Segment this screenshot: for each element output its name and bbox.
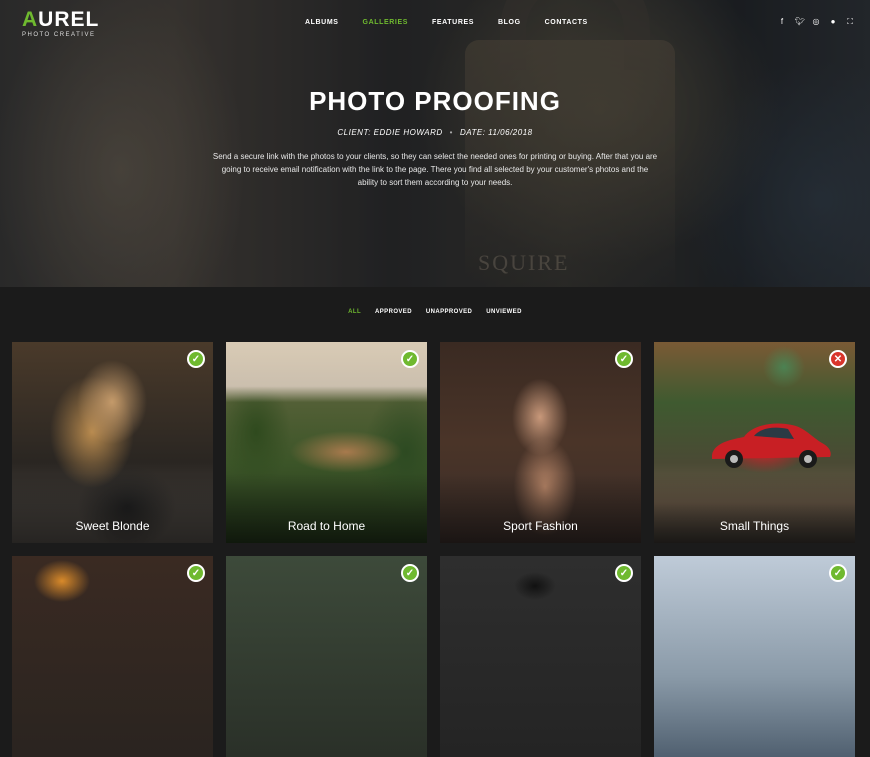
filter-approved[interactable]: APPROVED xyxy=(375,309,412,315)
hero-banner: SQUIRE AUREL PHOTO CREATIVE ALBUMS GALLE… xyxy=(0,0,870,287)
approved-check-icon[interactable]: ✓ xyxy=(615,564,633,582)
client-name: CLIENT: EDDIE HOWARD xyxy=(337,128,443,137)
gallery-item[interactable]: ✓ xyxy=(440,556,641,757)
nav-blog[interactable]: BLOG xyxy=(498,19,521,26)
gallery-item[interactable]: ✓ Road to Home xyxy=(226,342,427,543)
logo-tagline: PHOTO CREATIVE xyxy=(22,32,96,38)
approved-check-icon[interactable]: ✓ xyxy=(615,350,633,368)
approved-check-icon[interactable]: ✓ xyxy=(401,564,419,582)
proofing-date: DATE: 11/06/2018 xyxy=(459,128,533,137)
nav-features[interactable]: FEATURES xyxy=(432,19,474,26)
red-car-image xyxy=(712,423,831,468)
gallery-item[interactable]: ✓ xyxy=(226,556,427,757)
fullscreen-icon[interactable]: ⛶ xyxy=(846,17,854,27)
gallery-item-title: Sport Fashion xyxy=(503,519,578,533)
nav-galleries[interactable]: GALLERIES xyxy=(363,19,408,26)
filter-unapproved[interactable]: UNAPPROVED xyxy=(426,309,472,315)
filter-all[interactable]: ALL xyxy=(348,309,361,315)
gallery-item[interactable]: ✓ xyxy=(654,556,855,757)
instagram-icon[interactable]: ◎ xyxy=(812,17,820,27)
social-links: f 🐦︎ ◎ ● ⛶ xyxy=(778,17,854,27)
page-description: Send a secure link with the photos to yo… xyxy=(212,152,658,187)
gallery-item[interactable]: ✓ Sweet Blonde xyxy=(12,342,213,543)
gallery-item-title: Road to Home xyxy=(287,519,366,533)
twitter-icon[interactable]: 🐦︎ xyxy=(795,17,805,27)
gallery-item[interactable]: ✕ Small Things xyxy=(654,342,855,543)
dribbble-icon[interactable]: ● xyxy=(829,17,837,27)
proofing-meta: CLIENT: EDDIE HOWARD • DATE: 11/06/2018 xyxy=(337,128,533,137)
gallery-item-title: Sweet Blonde xyxy=(75,519,150,533)
gallery-item[interactable]: ✓ xyxy=(12,556,213,757)
approved-check-icon[interactable]: ✓ xyxy=(187,350,205,368)
nav-albums[interactable]: ALBUMS xyxy=(305,19,339,26)
nav-contacts[interactable]: CONTACTS xyxy=(545,19,588,26)
main-nav: ALBUMS GALLERIES FEATURES BLOG CONTACTS xyxy=(305,19,612,26)
gallery-item[interactable]: ✓ Sport Fashion xyxy=(440,342,641,543)
approved-check-icon[interactable]: ✓ xyxy=(829,564,847,582)
page-title: PHOTO PROOFING xyxy=(309,86,561,116)
gallery-item-title: Small Things xyxy=(719,519,790,533)
approved-check-icon[interactable]: ✓ xyxy=(401,350,419,368)
logo-accent-letter: A xyxy=(22,8,39,31)
gallery-filter: ALL APPROVED UNAPPROVED UNVIEWED xyxy=(0,309,870,315)
facebook-icon[interactable]: f xyxy=(778,17,786,27)
logo-name: UREL xyxy=(38,8,100,31)
rejected-x-icon[interactable]: ✕ xyxy=(829,350,847,368)
approved-check-icon[interactable]: ✓ xyxy=(187,564,205,582)
site-logo[interactable]: AUREL PHOTO CREATIVE xyxy=(22,8,100,39)
filter-unviewed[interactable]: UNVIEWED xyxy=(486,309,522,315)
